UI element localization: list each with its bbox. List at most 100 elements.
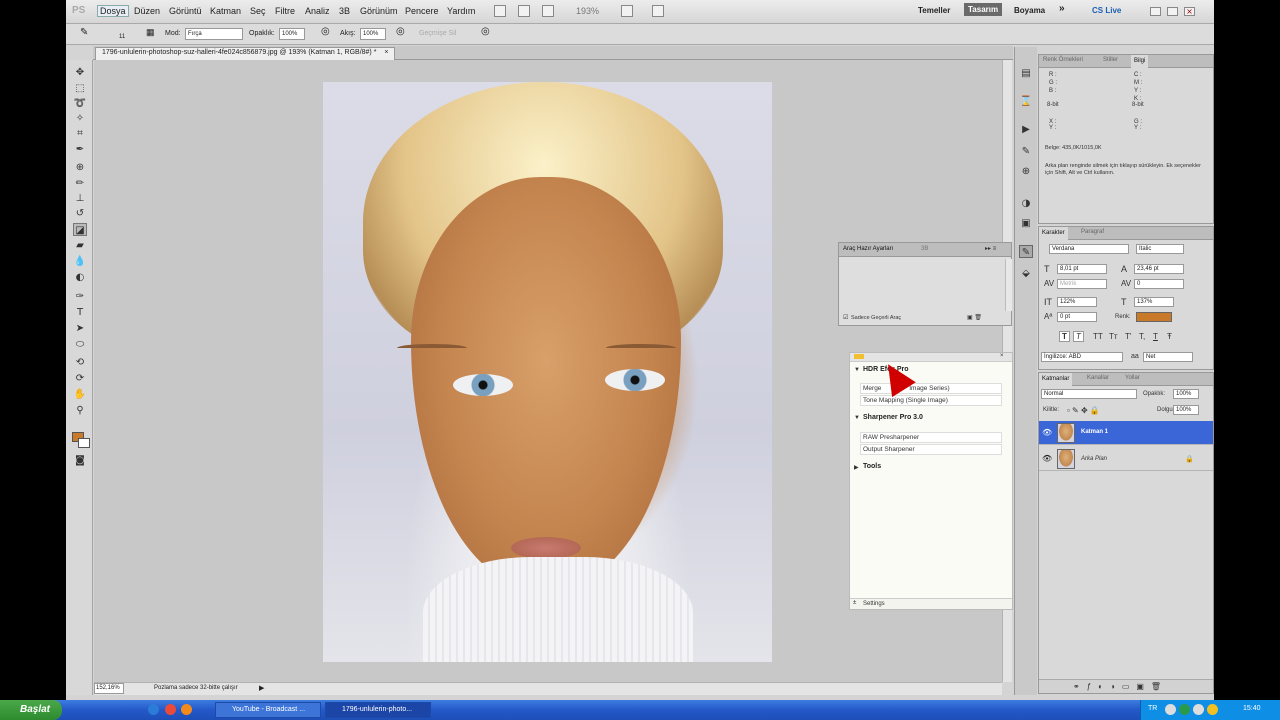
merge-item[interactable]: Merge Image Series) xyxy=(860,383,1002,394)
tray-icon-4[interactable] xyxy=(1207,704,1218,715)
hdr-collapse-icon[interactable]: ▼ xyxy=(854,367,860,373)
menu-select[interactable]: Seç xyxy=(250,6,266,16)
chrome-icon[interactable] xyxy=(165,704,176,715)
font-style-select[interactable]: Italic xyxy=(1136,244,1184,254)
clock[interactable]: 15:40 xyxy=(1243,705,1261,712)
flow-field[interactable]: 100% xyxy=(360,28,386,40)
menu-layer[interactable]: Katman xyxy=(210,6,241,16)
tab-paragraph[interactable]: Paragraf xyxy=(1081,229,1104,235)
leading-field[interactable]: 23,46 pt xyxy=(1134,264,1184,274)
eraser-tool-active-icon[interactable]: ◪ xyxy=(73,223,87,236)
menu-edit[interactable]: Düzen xyxy=(134,6,160,16)
brush-panel-icon[interactable]: ▦ xyxy=(146,27,155,38)
mode-select[interactable]: Fırça xyxy=(185,28,243,40)
background-color-swatch[interactable] xyxy=(78,438,90,448)
output-sharpener-item[interactable]: Output Sharpener xyxy=(860,444,1002,455)
marquee-tool-icon[interactable]: ⬚ xyxy=(73,82,87,95)
document-tab[interactable]: 1796-unlulerin-photoshop-suz-halleri-4fe… xyxy=(95,47,396,60)
hand-tool-icon[interactable]: ✋ xyxy=(73,388,87,401)
view-extras-icon[interactable] xyxy=(542,5,554,17)
zoom-tool-icon[interactable]: ⚲ xyxy=(73,404,87,417)
minimize-icon[interactable] xyxy=(1150,7,1161,16)
zoom-level[interactable]: 193% xyxy=(576,6,599,16)
underline-button[interactable]: T xyxy=(1153,332,1158,341)
taskbar-youtube[interactable]: YouTube - Broadcast ... xyxy=(215,702,321,718)
group-tools[interactable]: Tools xyxy=(863,463,881,470)
sharpener-collapse-icon[interactable]: ▼ xyxy=(854,415,860,421)
status-menu-arrow-icon[interactable]: ▶ xyxy=(259,684,264,692)
font-family-select[interactable]: Verdana xyxy=(1049,244,1129,254)
pressure-size-icon[interactable]: ◎ xyxy=(481,26,490,37)
layer-thumbnail[interactable] xyxy=(1057,423,1075,443)
hscale-field[interactable]: 137% xyxy=(1134,297,1174,307)
panel-menu-icon[interactable]: ▸▸ ≡ xyxy=(985,245,996,252)
tracking-field[interactable]: 0 xyxy=(1134,279,1184,289)
menu-filter[interactable]: Filtre xyxy=(275,6,295,16)
tab-paths[interactable]: Yollar xyxy=(1125,375,1140,381)
language-indicator[interactable]: TR xyxy=(1148,705,1157,712)
tone-mapping-item[interactable]: Tone Mapping (Single Image) xyxy=(860,395,1002,406)
actions-icon[interactable]: ▶ xyxy=(1019,123,1033,136)
brush-tool-icon[interactable]: ✏ xyxy=(73,177,87,190)
quick-select-tool-icon[interactable]: ✧ xyxy=(73,112,87,125)
visibility-eye-icon[interactable]: 👁 xyxy=(1042,428,1052,437)
baseline-field[interactable]: 0 pt xyxy=(1057,312,1097,322)
close-tab-icon[interactable]: × xyxy=(384,49,388,56)
close-icon[interactable]: × xyxy=(1184,7,1195,16)
brush-presets-icon[interactable]: ✎ xyxy=(1019,145,1033,158)
status-zoom[interactable]: 152,16% xyxy=(96,685,120,691)
tab-styles[interactable]: Stiller xyxy=(1103,57,1118,63)
tool-presets-icon[interactable]: ✎ xyxy=(1019,245,1033,258)
airbrush-icon[interactable]: ◎ xyxy=(396,26,405,37)
minibridge-icon[interactable] xyxy=(518,5,530,17)
menu-help[interactable]: Yardım xyxy=(447,6,475,16)
plugin-close-icon[interactable]: × xyxy=(1000,353,1004,359)
language-select[interactable]: İngilizce: ABD xyxy=(1041,352,1123,362)
kerning-field[interactable]: Metrik xyxy=(1057,279,1107,289)
presets-footer-icons[interactable]: ▣ 🗑 xyxy=(967,314,982,321)
faux-bold-button[interactable]: T xyxy=(1059,331,1070,342)
bridge-icon[interactable] xyxy=(494,5,506,17)
layer-thumbnail[interactable] xyxy=(1057,449,1075,469)
taskbar-photoshop[interactable]: 1796-unlulerin-photo... xyxy=(325,702,431,718)
superscript-button[interactable]: T' xyxy=(1125,332,1131,341)
blend-mode-select[interactable]: Normal xyxy=(1041,389,1137,399)
tab-tool-presets[interactable]: Araç Hazır Ayarları xyxy=(843,246,893,252)
layer-row-katman-1[interactable]: 👁 Katman 1 xyxy=(1039,421,1213,445)
current-tool-label[interactable]: Sadece Geçerli Araç xyxy=(851,315,901,321)
eyedropper-tool-icon[interactable]: ✒ xyxy=(73,143,87,156)
masks-icon[interactable]: ▣ xyxy=(1019,217,1033,230)
tray-icon-3[interactable] xyxy=(1193,704,1204,715)
stamp-tool-icon[interactable]: ⊥ xyxy=(73,192,87,205)
lock-icons[interactable]: ▫ ✎ ✥ 🔒 xyxy=(1067,406,1100,415)
tab-layers[interactable]: Katmanlar xyxy=(1039,373,1073,386)
faux-italic-button[interactable]: T xyxy=(1073,331,1084,342)
menu-3d[interactable]: 3B xyxy=(339,6,350,16)
gradient-tool-icon[interactable]: ▰ xyxy=(73,239,87,252)
restore-icon[interactable] xyxy=(1167,7,1178,16)
tab-swatches[interactable]: Renk Örnekleri xyxy=(1043,57,1083,63)
type-tool-icon[interactable]: T xyxy=(73,306,87,319)
move-tool-icon[interactable]: ✥ xyxy=(73,66,87,79)
tab-channels[interactable]: Kanallar xyxy=(1087,375,1109,381)
blur-tool-icon[interactable]: 💧 xyxy=(73,255,87,268)
presets-scrollbar[interactable] xyxy=(1005,259,1012,311)
menu-view[interactable]: Görünüm xyxy=(360,6,398,16)
tray-icon-1[interactable] xyxy=(1165,704,1176,715)
menu-image[interactable]: Görüntü xyxy=(169,6,202,16)
tab-3d[interactable]: 3B xyxy=(921,246,928,252)
crop-tool-icon[interactable]: ⌗ xyxy=(73,127,87,140)
tools-expand-icon[interactable]: ▶ xyxy=(854,464,859,471)
eraser-tool-icon[interactable]: ✎ xyxy=(80,27,88,38)
tray-icon-2[interactable] xyxy=(1179,704,1190,715)
workspace-essentials[interactable]: Temeller xyxy=(918,6,950,15)
dodge-tool-icon[interactable]: ◐ xyxy=(73,271,87,284)
settings-toggle-icon[interactable]: ± xyxy=(853,600,856,606)
small-caps-button[interactable]: Tт xyxy=(1109,332,1118,341)
3d-rotate-tool-icon[interactable]: ⟲ xyxy=(73,356,87,369)
cs-live-button[interactable]: CS Live xyxy=(1092,6,1121,15)
ie-icon[interactable] xyxy=(148,704,159,715)
layer-footer-icons[interactable]: ⚭ƒ◐◑▭▣🗑 xyxy=(1073,682,1168,691)
layer-row-arka-plan[interactable]: 👁 Arka Plan 🔒 xyxy=(1039,447,1213,471)
tab-character[interactable]: Karakter xyxy=(1039,227,1068,240)
